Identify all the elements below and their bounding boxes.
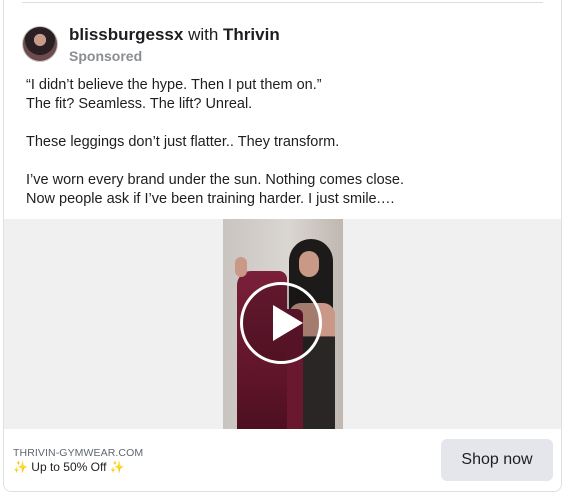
author-line: blissburgessx with Thrivin <box>69 25 280 45</box>
media-area <box>4 219 561 429</box>
author-block: blissburgessx with Thrivin Sponsored <box>69 25 280 64</box>
ad-footer[interactable]: THRIVIN-GYMWEAR.COM ✨ Up to 50% Off ✨ Sh… <box>4 429 561 491</box>
sponsored-post-card: blissburgessx with Thrivin Sponsored “I … <box>3 0 562 492</box>
sponsored-label: Sponsored <box>69 48 143 64</box>
with-text: with <box>188 25 219 44</box>
author-name[interactable]: blissburgessx <box>69 25 183 44</box>
video-player[interactable] <box>223 219 343 429</box>
partner-name[interactable]: Thrivin <box>223 25 280 44</box>
avatar[interactable] <box>22 26 58 62</box>
divider <box>22 2 543 3</box>
body-line: The fit? Seamless. The lift? Unreal. <box>26 96 253 112</box>
body-line: These leggings don’t just flatter.. They… <box>26 134 340 150</box>
play-icon[interactable] <box>240 282 322 364</box>
promo-text[interactable]: ✨ Up to 50% Off ✨ <box>13 460 125 474</box>
body-line: Now people ask if I’ve been training har… <box>26 191 396 207</box>
body-line: I’ve worn every brand under the sun. Not… <box>26 172 405 188</box>
post-header: blissburgessx with Thrivin Sponsored <box>22 25 280 64</box>
shop-now-button[interactable]: Shop now <box>441 439 553 481</box>
link-domain[interactable]: THRIVIN-GYMWEAR.COM <box>13 447 143 459</box>
body-line: “I didn’t believe the hype. Then I put t… <box>26 77 322 93</box>
post-body: “I didn’t believe the hype. Then I put t… <box>26 76 546 209</box>
